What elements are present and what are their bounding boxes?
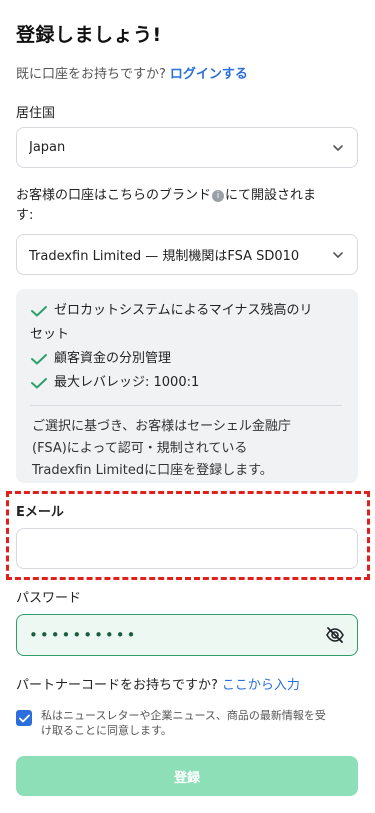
partner-code-link[interactable]: ここから入力 [222, 678, 300, 693]
consent-checkbox[interactable] [16, 710, 32, 726]
check-icon [31, 354, 47, 365]
password-field[interactable]: •••••••••• [16, 614, 358, 656]
consent-line: け取ることに同意します。 [41, 724, 172, 737]
regulation-note: ご選択に基づき、お客様はセーシェル金融庁 (FSA)によって認可・規制されている… [30, 416, 342, 482]
brand-label: お客様の口座はこちらのブランド i にて開設されま す: [16, 186, 358, 226]
chevron-down-icon [333, 251, 343, 258]
feature-line: ゼロカットシステムによるマイナス残高のリ [54, 303, 313, 318]
register-button[interactable]: 登録 [16, 756, 358, 796]
password-label: パスワード [16, 591, 82, 606]
login-prompt-text: 既に口座をお持ちですか? [16, 67, 166, 82]
residence-value: Japan [29, 140, 66, 155]
password-masked-value: •••••••••• [29, 626, 138, 644]
brand-info-panel: ゼロカットシステムによるマイナス残高のリ セット 顧客資金の分別管理 最大レバレ… [16, 289, 358, 483]
consent-line: 私はニュースレターや企業ニュース、商品の最新情報を受 [41, 709, 326, 722]
consent-text: 私はニュースレターや企業ニュース、商品の最新情報を受 け取ることに同意します。 [41, 708, 326, 738]
brand-label-part1: お客様の口座はこちらのブランド [16, 188, 212, 203]
feature-text: 顧客資金の分別管理 [54, 351, 172, 366]
note-line: ご選択に基づき、お客様はセーシェル金融庁 [32, 419, 291, 434]
email-label: Eメール [16, 505, 64, 520]
residence-select[interactable]: Japan [16, 127, 358, 168]
login-prompt-row: 既に口座をお持ちですか? ログインする [16, 63, 248, 82]
eye-slash-icon[interactable] [325, 625, 345, 645]
email-field[interactable] [16, 528, 358, 569]
feature-line: セット [30, 327, 70, 342]
partner-prompt-text: パートナーコードをお持ちですか? [16, 678, 218, 693]
feature-item: 最大レバレッジ: 1000:1 [30, 371, 342, 395]
checkmark-icon [18, 714, 30, 722]
brand-label-part2: にて開設されま [225, 188, 317, 203]
brand-label-line2: す: [16, 208, 34, 223]
feature-item: 顧客資金の分別管理 [30, 347, 342, 371]
check-icon [31, 378, 47, 389]
page-title: 登録しましょう! [16, 24, 162, 46]
info-icon[interactable]: i [212, 190, 225, 202]
residence-label: 居住国 [16, 106, 56, 121]
feature-text: 最大レバレッジ: 1000:1 [54, 375, 200, 390]
note-line: Tradexfin Limitedに口座を登録します。 [32, 463, 273, 478]
chevron-down-icon [333, 144, 343, 151]
login-link[interactable]: ログインする [170, 67, 248, 82]
note-line: (FSA)によって認可・規制されている [32, 441, 248, 456]
partner-code-row: パートナーコードをお持ちですか? ここから入力 [16, 674, 300, 693]
check-icon [31, 306, 47, 317]
feature-text: ゼロカットシステムによるマイナス残高のリ セット [30, 299, 313, 347]
consent-row: 私はニュースレターや企業ニュース、商品の最新情報を受 け取ることに同意します。 [16, 708, 358, 738]
feature-item: ゼロカットシステムによるマイナス残高のリ セット [30, 299, 342, 347]
brand-value: Tradexfin Limited — 規制機関はFSA SD010 [29, 249, 300, 264]
brand-select[interactable]: Tradexfin Limited — 規制機関はFSA SD010 [16, 234, 358, 275]
panel-divider [30, 405, 342, 406]
